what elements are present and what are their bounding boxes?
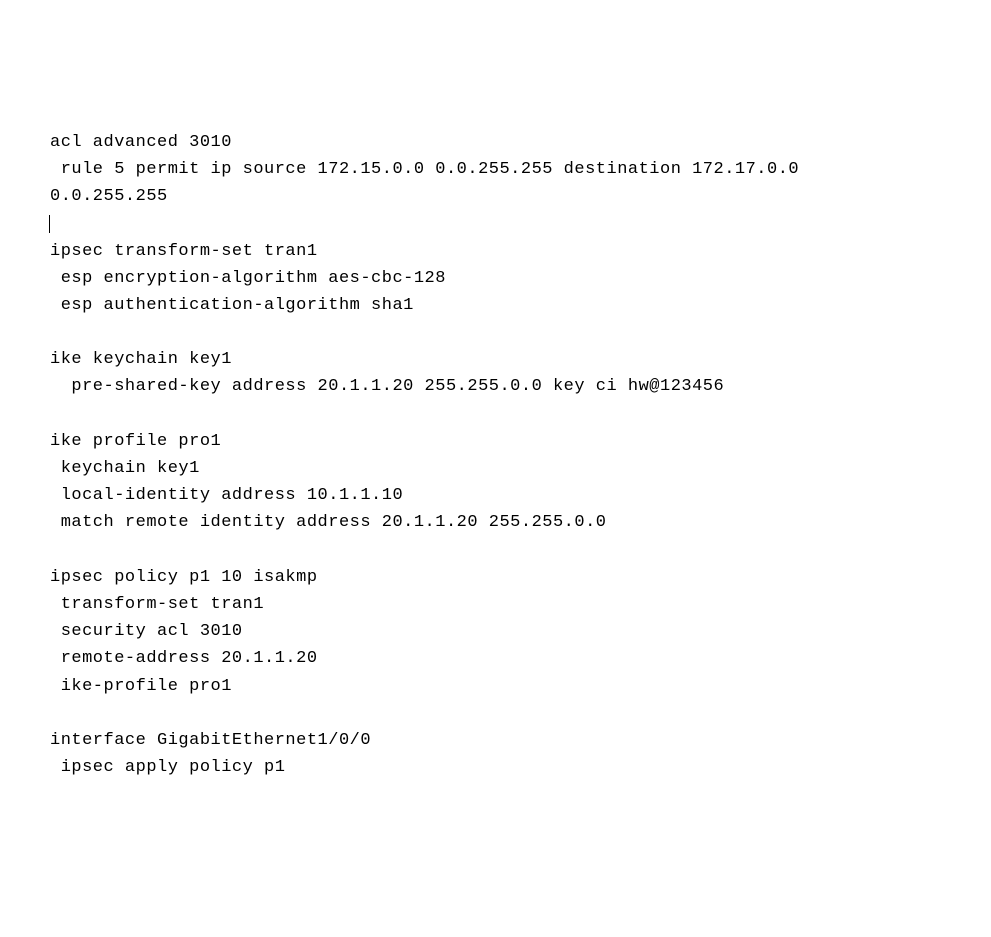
config-line-12: keychain key1	[50, 459, 200, 478]
config-line-17: transform-set tran1	[50, 595, 264, 614]
config-line-5: esp encryption-algorithm aes-cbc-128	[50, 269, 446, 288]
config-text: acl advanced 3010 rule 5 permit ip sourc…	[50, 129, 941, 782]
config-line-14: match remote identity address 20.1.1.20 …	[50, 513, 607, 532]
config-line-18: security acl 3010	[50, 622, 243, 641]
config-line-6: esp authentication-algorithm sha1	[50, 296, 414, 315]
config-line-2: 0.0.255.255	[50, 187, 168, 206]
config-line-19: remote-address 20.1.1.20	[50, 649, 318, 668]
config-line-0: acl advanced 3010	[50, 133, 232, 152]
config-line-20: ike-profile pro1	[50, 677, 232, 696]
config-line-16: ipsec policy p1 10 isakmp	[50, 568, 318, 587]
config-line-22: interface GigabitEthernet1/0/0	[50, 731, 371, 750]
config-line-23: ipsec apply policy p1	[50, 758, 285, 777]
config-line-9: pre-shared-key address 20.1.1.20 255.255…	[50, 377, 724, 396]
config-line-4: ipsec transform-set tran1	[50, 242, 318, 261]
config-line-8: ike keychain key1	[50, 350, 232, 369]
config-line-1: rule 5 permit ip source 172.15.0.0 0.0.2…	[50, 160, 799, 179]
config-line-11: ike profile pro1	[50, 432, 221, 451]
text-cursor	[49, 215, 50, 233]
config-line-13: local-identity address 10.1.1.10	[50, 486, 403, 505]
